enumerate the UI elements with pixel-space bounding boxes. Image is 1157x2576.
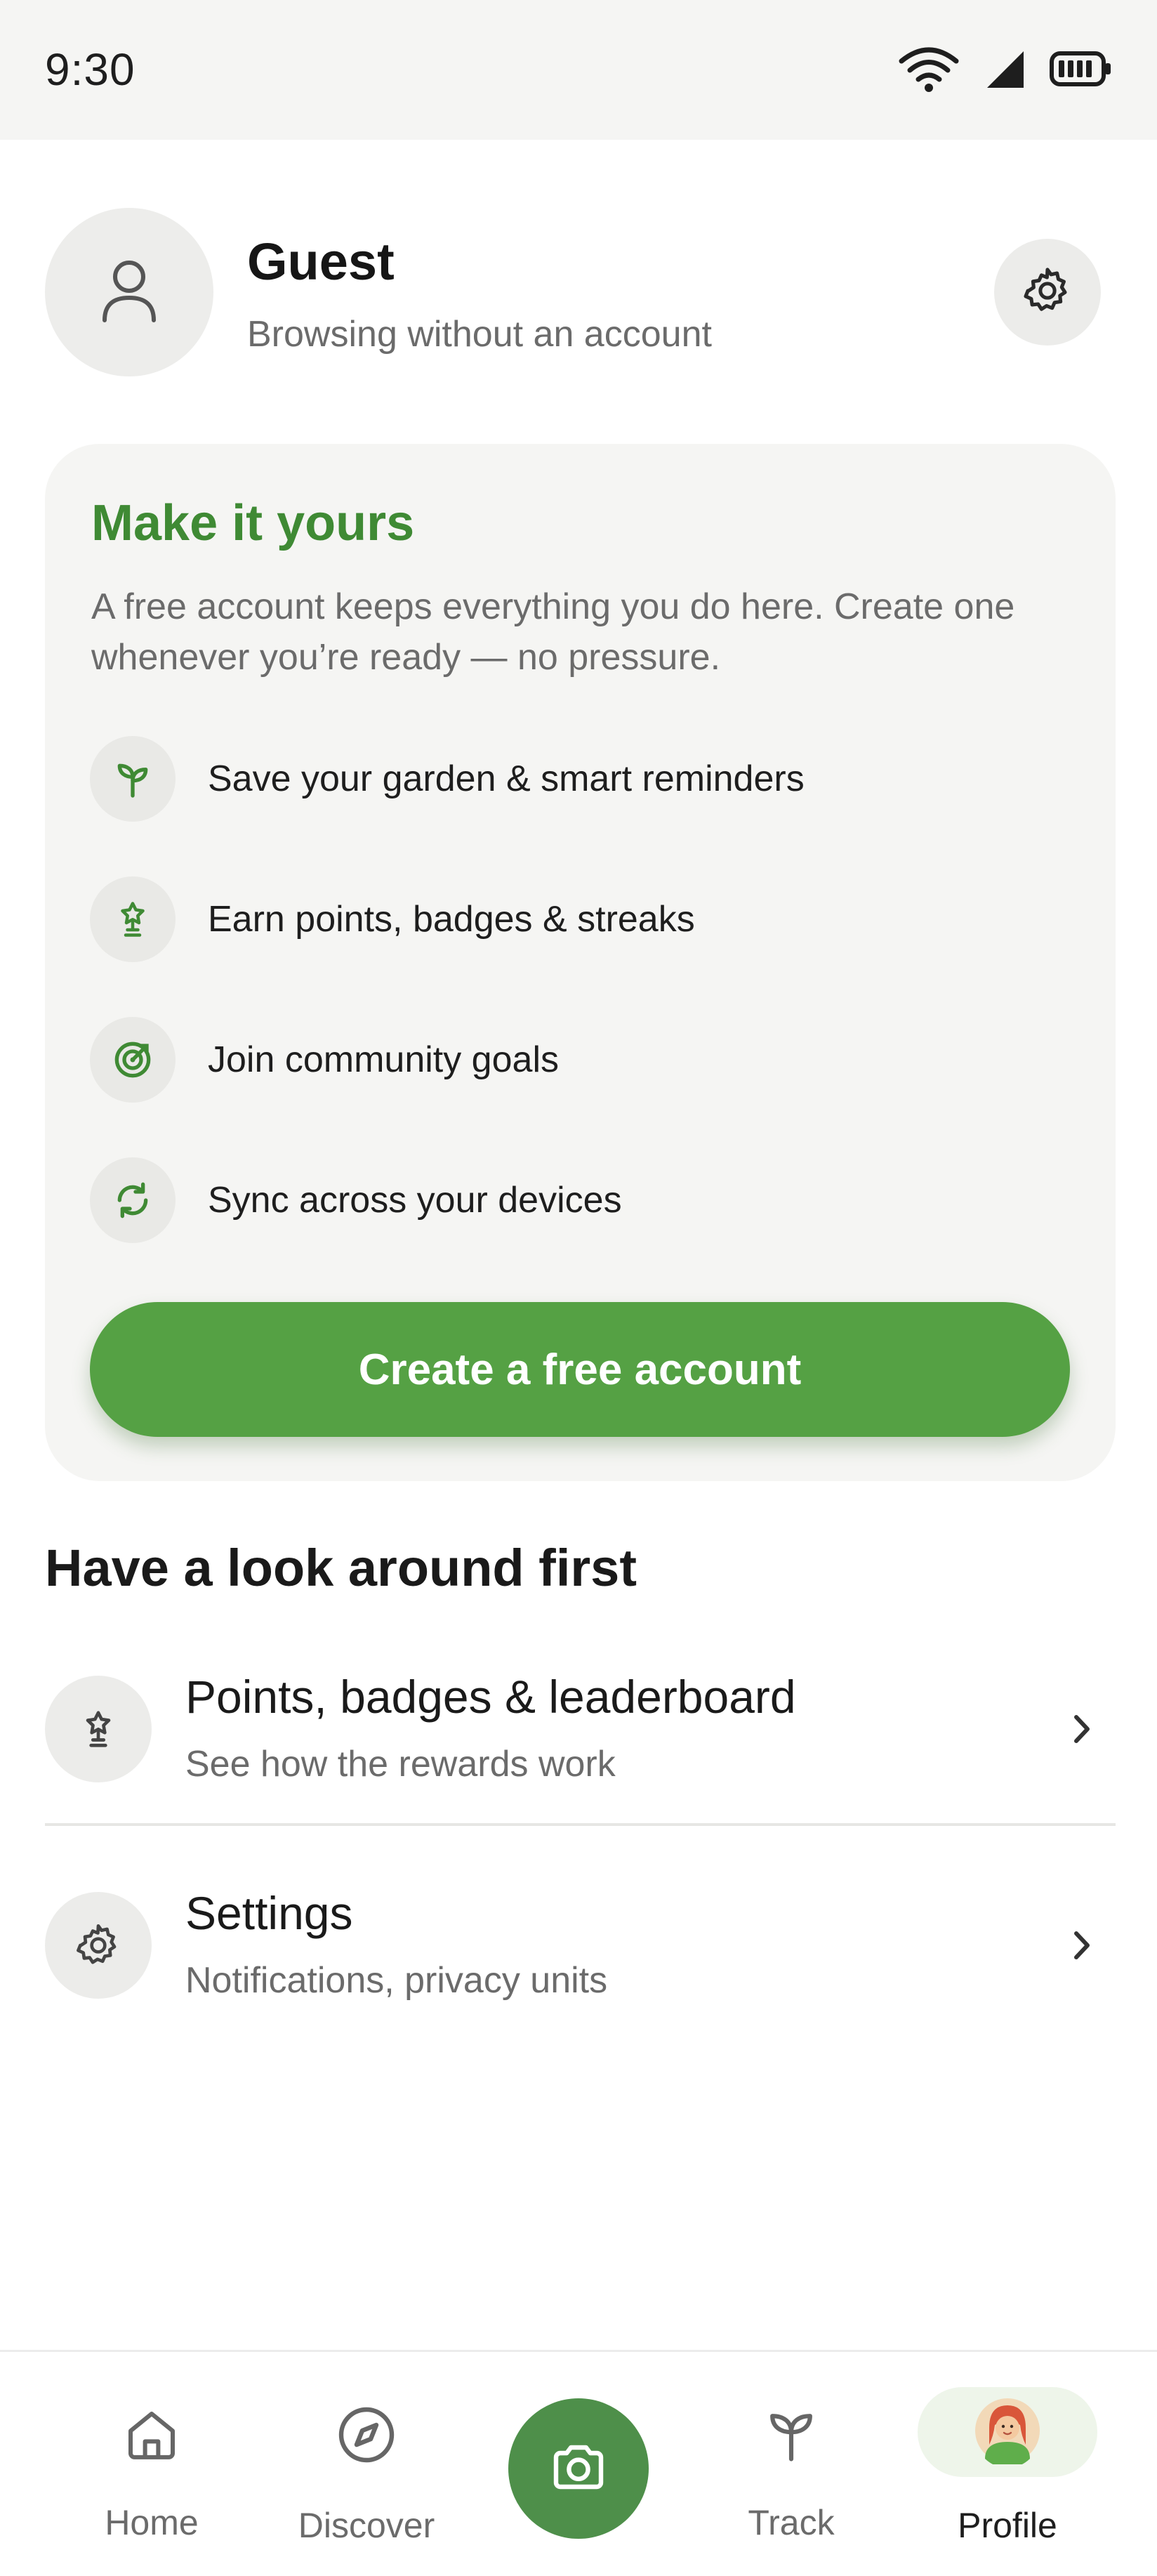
chevron-right-icon	[1061, 1924, 1103, 1966]
camera-button[interactable]	[508, 2398, 649, 2539]
nav-home[interactable]: Home	[60, 2352, 243, 2576]
status-bar: 9:30	[0, 0, 1157, 140]
nav-track[interactable]: Track	[700, 2352, 882, 2576]
nav-profile[interactable]: Profile	[916, 2352, 1099, 2576]
profile-name: Guest	[247, 232, 395, 291]
gear-icon	[1021, 264, 1074, 321]
benefit-item: Earn points, badges & streaks	[90, 876, 1059, 962]
target-icon	[90, 1017, 176, 1103]
chevron-right-icon	[1061, 1708, 1103, 1750]
card-title: Make it yours	[91, 495, 415, 551]
account-promo-card: Make it yours A free account keeps every…	[45, 444, 1116, 1481]
list-item-rewards[interactable]: Points, badges & leaderboard See how the…	[45, 1641, 1116, 1809]
wifi-icon	[897, 44, 960, 97]
bottom-nav: Home Discover Track Profile	[0, 2350, 1157, 2576]
compass-icon	[324, 2393, 409, 2477]
nav-discover[interactable]: Discover	[275, 2352, 458, 2576]
create-account-button[interactable]: Create a free account	[90, 1302, 1070, 1437]
person-icon	[98, 256, 161, 329]
sprout-icon	[90, 736, 176, 822]
trophy-icon	[45, 1676, 152, 1782]
status-time: 9:30	[45, 44, 135, 95]
nav-label: Track	[748, 2503, 835, 2542]
battery-icon	[1049, 49, 1113, 92]
benefit-item: Sync across your devices	[90, 1157, 1059, 1243]
list-item-subtitle: Notifications, privacy units	[185, 1960, 608, 2001]
list-item-title: Settings	[185, 1887, 353, 1939]
benefit-label: Save your garden & smart reminders	[208, 758, 805, 799]
nav-label: Discover	[298, 2506, 435, 2545]
nav-label: Home	[105, 2503, 199, 2542]
signal-icon	[984, 48, 1025, 93]
section-title: Have a look around first	[45, 1539, 637, 1597]
profile-pill	[918, 2387, 1097, 2477]
divider	[45, 1823, 1116, 1826]
home-icon	[110, 2393, 194, 2477]
avatar	[45, 208, 213, 376]
settings-button[interactable]	[994, 239, 1101, 346]
list-item-subtitle: See how the rewards work	[185, 1744, 616, 1785]
sprout-icon	[749, 2393, 833, 2477]
list-item-title: Points, badges & leaderboard	[185, 1671, 796, 1723]
benefit-label: Join community goals	[208, 1039, 559, 1080]
camera-icon	[545, 2433, 612, 2504]
gear-icon	[45, 1892, 152, 1999]
nav-label: Profile	[958, 2506, 1057, 2545]
benefit-item: Join community goals	[90, 1017, 1059, 1103]
profile-subtitle: Browsing without an account	[247, 314, 712, 355]
trophy-icon	[90, 876, 176, 962]
card-description: A free account keeps everything you do h…	[91, 586, 1015, 678]
avatar-icon	[974, 2397, 1041, 2468]
benefit-item: Save your garden & smart reminders	[90, 736, 1059, 822]
status-icons	[897, 44, 1113, 97]
sync-icon	[90, 1157, 176, 1243]
benefit-label: Sync across your devices	[208, 1180, 622, 1221]
benefit-label: Earn points, badges & streaks	[208, 899, 695, 940]
list-item-settings[interactable]: Settings Notifications, privacy units	[45, 1857, 1116, 2025]
